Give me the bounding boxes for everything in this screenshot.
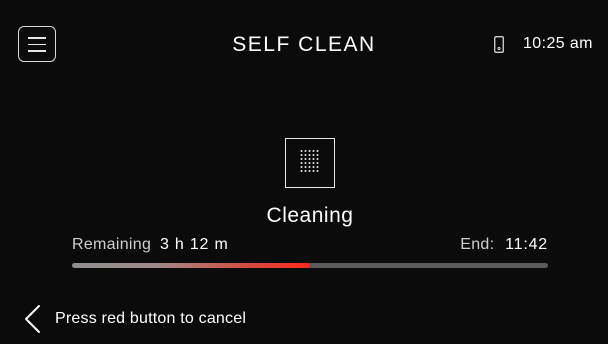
- back-button[interactable]: [22, 303, 44, 335]
- end-label: End:: [460, 236, 495, 253]
- chevron-left-icon: [25, 305, 40, 333]
- remaining-label: Remaining: [72, 236, 152, 253]
- self-clean-dots-icon: [285, 138, 335, 188]
- clock-time: 10:25 am: [523, 35, 593, 52]
- remaining-value: 3 h 12 m: [159, 236, 229, 253]
- remaining-time: Remaining 3 h 12 m: [72, 236, 229, 254]
- page-title: SELF CLEAN: [232, 33, 376, 56]
- oven-screen: SELF CLEAN 10:25 am Cleaning Remaining 3…: [0, 0, 608, 344]
- end-value: 11:42: [505, 236, 548, 253]
- progress-fill: [72, 263, 310, 268]
- progress-bar: [72, 263, 548, 268]
- cycle-status: Cleaning: [266, 204, 354, 227]
- phone-icon: [494, 36, 504, 53]
- cancel-hint: Press red button to cancel: [55, 310, 247, 327]
- end-time: End: 11:42: [460, 236, 548, 254]
